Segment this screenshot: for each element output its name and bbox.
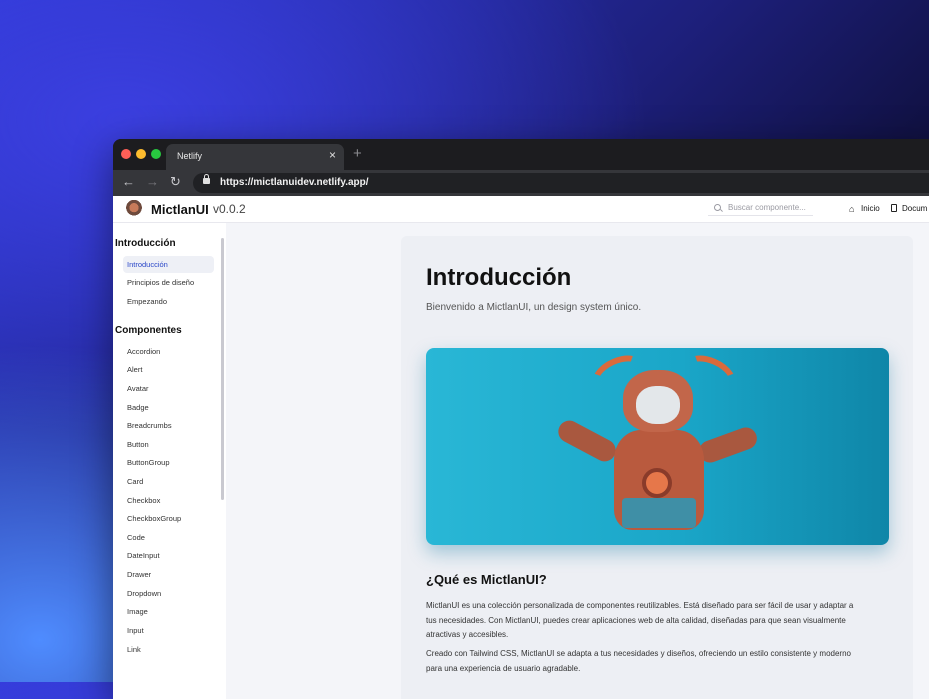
sidebar-item-avatar[interactable]: Avatar xyxy=(123,380,214,397)
hero-image xyxy=(426,348,889,545)
home-icon[interactable]: ⌂ xyxy=(849,204,854,214)
page-title: Introducción xyxy=(426,264,572,291)
nav-link-docs[interactable]: Docum xyxy=(902,204,927,213)
sidebar-item-checkbox[interactable]: Checkbox xyxy=(123,492,214,509)
web-page: MictlanUI v0.0.2 Buscar componente... ⌂ … xyxy=(113,196,929,699)
paragraph-2-line-2: para una experiencia de usuario agradabl… xyxy=(426,663,581,673)
nav-link-inicio[interactable]: Inicio xyxy=(861,204,880,213)
sidebar-item-buttongroup[interactable]: ButtonGroup xyxy=(123,454,214,471)
address-bar: ← → ↻ https://mictlanuidev.netlify.app/ xyxy=(113,170,929,196)
site-logo-text[interactable]: MictlanUI xyxy=(151,202,209,217)
forward-icon[interactable]: → xyxy=(146,174,159,189)
tab-title: Netlify xyxy=(177,151,203,161)
sidebar-item-badge[interactable]: Badge xyxy=(123,399,214,416)
browser-tab[interactable]: Netlify × xyxy=(166,144,344,170)
page-subtitle: Bienvenido a MictlanUI, un design system… xyxy=(426,302,642,313)
close-tab-icon[interactable]: × xyxy=(329,148,336,162)
mascot-belt xyxy=(642,468,672,498)
sidebar-item-drawer[interactable]: Drawer xyxy=(123,566,214,583)
search-icon xyxy=(714,204,721,211)
sidebar-scrollbar[interactable] xyxy=(221,238,224,500)
sidebar-item-input[interactable]: Input xyxy=(123,622,214,639)
url-field[interactable]: https://mictlanuidev.netlify.app/ xyxy=(193,173,929,193)
logo-icon[interactable] xyxy=(125,200,143,217)
sidebar-item-introduccion[interactable]: Introducción xyxy=(123,256,214,273)
intro-paragraph-2: Creado con Tailwind CSS, MictlanUI se ad… xyxy=(426,647,896,676)
mascot-arm-left xyxy=(554,416,620,466)
site-header: MictlanUI v0.0.2 Buscar componente... ⌂ … xyxy=(113,196,929,223)
maximize-window-button[interactable] xyxy=(151,149,161,159)
sidebar-item-card[interactable]: Card xyxy=(123,473,214,490)
sidebar-item-accordion[interactable]: Accordion xyxy=(123,343,214,360)
reload-icon[interactable]: ↻ xyxy=(170,174,181,190)
tab-bar: Netlify × + xyxy=(113,139,929,170)
close-window-button[interactable] xyxy=(121,149,131,159)
paragraph-1-line-3: atractivas y accesibles. xyxy=(426,630,509,639)
mascot-arm-right xyxy=(696,424,760,466)
sidebar-heading-componentes: Componentes xyxy=(115,325,182,336)
sidebar-item-link[interactable]: Link xyxy=(123,641,214,658)
minimize-window-button[interactable] xyxy=(136,149,146,159)
sidebar: Introducción Introducción Principios de … xyxy=(113,223,226,699)
new-tab-button[interactable]: + xyxy=(353,145,362,162)
browser-window: Netlify × + ← → ↻ https://mictlanuidev.n… xyxy=(113,139,929,699)
paragraph-1-line-2: tus necesidades. Con MictlanUI, puedes c… xyxy=(426,615,846,625)
sidebar-item-breadcrumbs[interactable]: Breadcrumbs xyxy=(123,417,214,434)
intro-paragraph-1: MictlanUI es una colección personalizada… xyxy=(426,599,896,643)
paragraph-2-line-1: Creado con Tailwind CSS, MictlanUI se ad… xyxy=(426,649,851,658)
sidebar-item-button[interactable]: Button xyxy=(123,436,214,453)
sidebar-item-dateinput[interactable]: DateInput xyxy=(123,547,214,564)
document-icon[interactable] xyxy=(891,204,897,212)
sidebar-heading-introduccion: Introducción xyxy=(115,238,176,249)
url-text: https://mictlanuidev.netlify.app/ xyxy=(220,177,369,188)
sidebar-item-code[interactable]: Code xyxy=(123,529,214,546)
sidebar-item-principios[interactable]: Principios de diseño xyxy=(123,274,214,291)
sidebar-item-checkboxgroup[interactable]: CheckboxGroup xyxy=(123,510,214,527)
search-input[interactable]: Buscar componente... xyxy=(708,201,813,216)
search-placeholder: Buscar componente... xyxy=(728,203,806,212)
mascot-face xyxy=(636,386,680,424)
version-label: v0.0.2 xyxy=(213,202,246,216)
mascot-skirt xyxy=(622,498,696,528)
sidebar-item-image[interactable]: Image xyxy=(123,603,214,620)
sidebar-item-alert[interactable]: Alert xyxy=(123,361,214,378)
paragraph-1-line-1: MictlanUI es una colección personalizada… xyxy=(426,601,854,610)
sidebar-item-empezando[interactable]: Empezando xyxy=(123,293,214,310)
sidebar-item-dropdown[interactable]: Dropdown xyxy=(123,585,214,602)
lock-icon xyxy=(203,174,210,184)
section-title: ¿Qué es MictlanUI? xyxy=(426,572,547,587)
back-icon[interactable]: ← xyxy=(122,174,135,189)
